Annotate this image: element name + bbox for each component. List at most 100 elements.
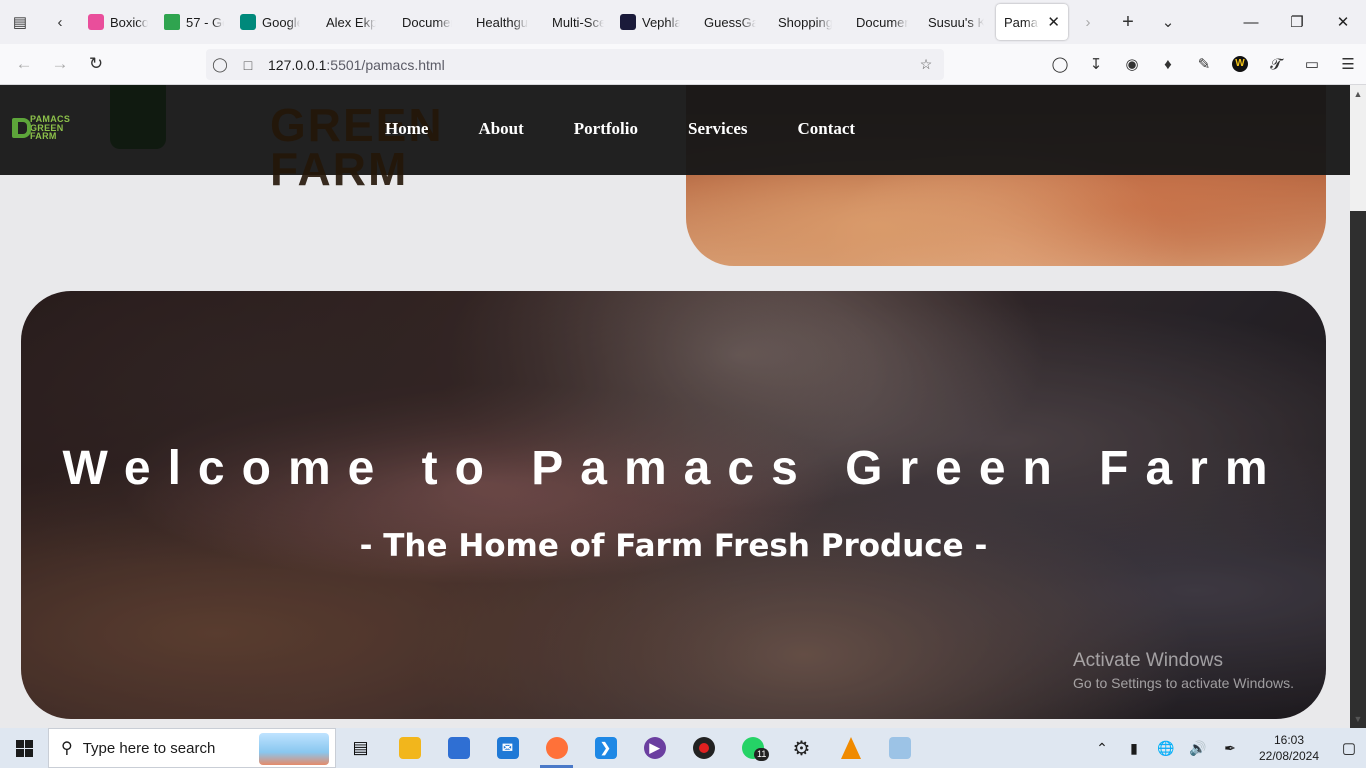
- nav-home[interactable]: Home: [385, 119, 428, 139]
- tab-guessgame[interactable]: GuessGame: [688, 4, 764, 40]
- site-nav-links: Home About Portfolio Services Contact: [385, 119, 905, 139]
- media-player-button[interactable]: ▶: [630, 728, 679, 768]
- system-tray: ⌃ ▮ 🌐 🔊 ✒ 16:03 22/08/2024 ▢: [1086, 728, 1366, 768]
- tab-label: Google Meet: [262, 14, 300, 30]
- tab-google-meet[interactable]: Google Meet: [232, 4, 308, 40]
- tab-label: 57 - Google Drive: [186, 14, 224, 30]
- browser-tab-strip: ▤ ‹ Boxicons 57 - Google Drive Google Me…: [0, 0, 1366, 44]
- list-all-tabs-icon[interactable]: ⌄: [1148, 0, 1188, 44]
- tab-overview-icon[interactable]: ▤: [0, 0, 40, 44]
- tab-label: Multi-Scene: [552, 14, 604, 30]
- tab-document[interactable]: Document: [384, 4, 460, 40]
- whatsapp-badge: 11: [754, 748, 770, 761]
- start-button[interactable]: [0, 728, 48, 768]
- minimize-icon[interactable]: —: [1228, 0, 1274, 44]
- close-tab-icon[interactable]: ✕: [1047, 13, 1060, 31]
- tab-label: Vephla: [642, 14, 680, 30]
- store-icon: [447, 737, 470, 759]
- nav-about[interactable]: About: [478, 119, 523, 139]
- new-tab-icon[interactable]: +: [1108, 0, 1148, 44]
- tab-document-2[interactable]: Document: [840, 4, 916, 40]
- bookmark-star-icon[interactable]: ☆: [912, 56, 940, 73]
- vlc-button[interactable]: [826, 728, 875, 768]
- network-globe-icon[interactable]: 🌐: [1150, 728, 1182, 768]
- tab-scroll-left-icon[interactable]: ‹: [40, 0, 80, 44]
- url-text[interactable]: 127.0.0.1:5501/pamacs.html: [268, 57, 912, 73]
- tab-multi-scene[interactable]: Multi-Scene: [536, 4, 612, 40]
- downloads-icon[interactable]: ↧: [1078, 48, 1114, 80]
- nav-services[interactable]: Services: [688, 119, 747, 139]
- close-window-icon[interactable]: ✕: [1320, 0, 1366, 44]
- watermark-subtitle: Go to Settings to activate Windows.: [1073, 675, 1294, 691]
- tab-susuus-kitchen[interactable]: Susuu's Kitchen: [916, 4, 992, 40]
- settings-button[interactable]: ⚙: [777, 728, 826, 768]
- boxicons-icon: [88, 14, 104, 30]
- show-hidden-icons-icon[interactable]: ⌃: [1086, 728, 1118, 768]
- page-info-icon[interactable]: □: [234, 57, 262, 73]
- tab-boxicons[interactable]: Boxicons: [80, 4, 156, 40]
- scroll-up-icon[interactable]: ▲: [1350, 87, 1366, 101]
- task-view-button[interactable]: ▤: [336, 728, 385, 768]
- pocket-icon[interactable]: ◯: [1042, 48, 1078, 80]
- vscode-button[interactable]: ❯: [581, 728, 630, 768]
- menu-icon[interactable]: ☰: [1330, 48, 1366, 80]
- tab-shopping[interactable]: Shopping: [764, 4, 840, 40]
- vlc-cone-icon: [840, 737, 861, 759]
- tab-scroll-right-icon[interactable]: ›: [1068, 0, 1108, 44]
- folder-icon: [398, 737, 421, 759]
- nav-contact[interactable]: Contact: [797, 119, 855, 139]
- forward-icon[interactable]: →: [42, 48, 78, 80]
- battery-icon[interactable]: ▮: [1118, 728, 1150, 768]
- account-icon[interactable]: ◉: [1114, 48, 1150, 80]
- google-meet-icon: [240, 14, 256, 30]
- tab-pamacs-active[interactable]: Pamacs ✕: [996, 4, 1068, 40]
- hero-title: Welcome to Pamacs Green Farm: [62, 442, 1285, 495]
- background-logo-text: GREEN FARM: [270, 99, 444, 195]
- tab-google-drive[interactable]: 57 - Google Drive: [156, 4, 232, 40]
- clock[interactable]: 16:03 22/08/2024: [1246, 732, 1332, 764]
- tab-alex-ekpenyong[interactable]: Alex Ekpenyong: [308, 4, 384, 40]
- browser-nav-bar: ← → ↻ ◯ □ 127.0.0.1:5501/pamacs.html ☆ ◯…: [0, 44, 1366, 85]
- windows-logo-icon: [15, 739, 33, 757]
- address-bar[interactable]: ◯ □ 127.0.0.1:5501/pamacs.html ☆: [206, 49, 944, 80]
- notification-icon[interactable]: ▢: [1332, 728, 1366, 768]
- scroll-down-icon[interactable]: ▼: [1350, 712, 1366, 726]
- firefox-button[interactable]: [532, 728, 581, 768]
- page-viewport: GREEN FARM PAMACS GREEN FARM Home About …: [0, 85, 1350, 728]
- nav-portfolio[interactable]: Portfolio: [574, 119, 638, 139]
- sidebar-icon[interactable]: ▭: [1294, 48, 1330, 80]
- pen-icon[interactable]: ✒: [1214, 728, 1246, 768]
- extension-t-icon[interactable]: 𝓣: [1258, 48, 1294, 80]
- mail-button[interactable]: ✉: [483, 728, 532, 768]
- notes-button[interactable]: [875, 728, 924, 768]
- eyedropper-icon[interactable]: ✎: [1186, 48, 1222, 80]
- firefox-icon: [545, 737, 568, 759]
- reload-icon[interactable]: ↻: [78, 48, 114, 80]
- notes-icon: [888, 737, 911, 759]
- volume-icon[interactable]: 🔊: [1182, 728, 1214, 768]
- shield-icon[interactable]: ◯: [206, 56, 234, 73]
- logo-text: PAMACS GREEN FARM: [30, 114, 71, 141]
- tab-label: Boxicons: [110, 14, 148, 30]
- site-logo[interactable]: PAMACS GREEN FARM: [12, 115, 70, 141]
- watermark-title: Activate Windows: [1073, 650, 1223, 671]
- tab-label: GuessGame: [704, 14, 756, 30]
- page-scrollbar[interactable]: ▲ ▼: [1350, 85, 1366, 728]
- whatsapp-button[interactable]: 11: [728, 728, 777, 768]
- url-path: :5501/pamacs.html: [326, 56, 445, 73]
- extension-w-icon[interactable]: W: [1222, 48, 1258, 80]
- restore-icon[interactable]: ❐: [1274, 0, 1320, 44]
- tab-healthguard[interactable]: Healthguard: [460, 4, 536, 40]
- taskbar-search-box[interactable]: ⚲ Type here to search: [48, 728, 336, 768]
- back-icon[interactable]: ←: [6, 48, 42, 80]
- site-header: GREEN FARM PAMACS GREEN FARM Home About …: [0, 85, 1350, 192]
- tab-label: Pamacs: [1004, 14, 1039, 30]
- tab-vephla[interactable]: Vephla: [612, 4, 688, 40]
- extensions-icon[interactable]: ♦: [1150, 48, 1186, 80]
- store-button[interactable]: [434, 728, 483, 768]
- hero-subtitle: - The Home of Farm Fresh Produce -: [359, 528, 988, 564]
- scrollbar-thumb[interactable]: [1350, 211, 1366, 728]
- recorder-button[interactable]: [679, 728, 728, 768]
- clock-date: 22/08/2024: [1258, 749, 1320, 763]
- file-explorer-button[interactable]: [385, 728, 434, 768]
